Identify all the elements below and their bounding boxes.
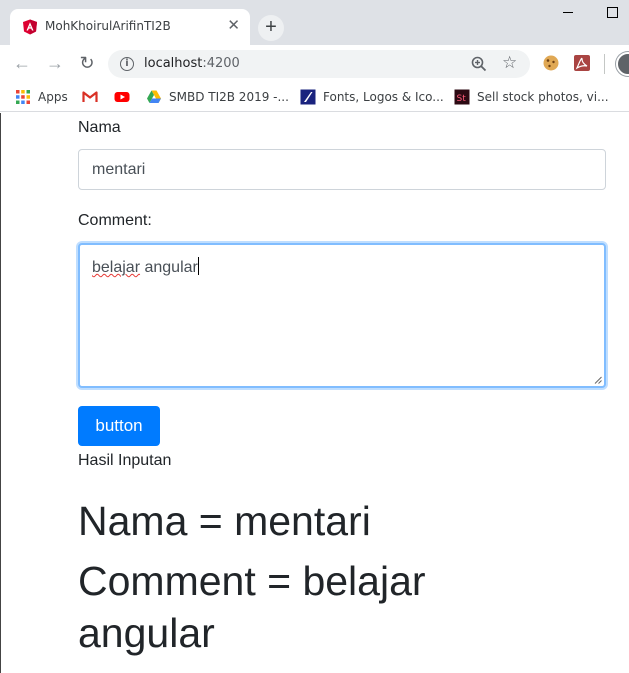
comment-word-rest: angular — [140, 259, 198, 276]
comment-textarea[interactable]: belajar angular — [78, 243, 606, 388]
maximize-window-icon[interactable] — [607, 7, 618, 18]
comment-label: Comment: — [78, 212, 152, 229]
url-text[interactable]: localhost:4200 — [144, 56, 240, 71]
submit-button[interactable]: button — [78, 406, 160, 446]
bookmark-label: SMBD TI2B 2019 -... — [169, 90, 289, 104]
tab-title: MohKhoirulArifinTI2B — [45, 19, 171, 33]
google-drive-icon — [147, 90, 161, 103]
url-host: localhost — [144, 56, 203, 71]
bookmark-label: Sell stock photos, vi... — [477, 90, 609, 104]
cookie-extension-icon[interactable] — [542, 54, 560, 72]
text-caret — [197, 257, 199, 275]
bookmark-label: Apps — [38, 90, 68, 104]
result-nama: Nama = mentari — [78, 498, 371, 544]
page-content: Nama mentari Comment: belajar angular bu… — [0, 113, 629, 673]
bookmark-star-icon[interactable]: ☆ — [502, 53, 517, 73]
pdf-extension-icon[interactable] — [573, 54, 591, 72]
nama-input[interactable]: mentari — [78, 149, 606, 190]
browser-titlebar: MohKhoirulArifinTI2B ✕ + — [0, 0, 629, 45]
browser-tab[interactable]: MohKhoirulArifinTI2B ✕ — [10, 9, 250, 45]
svg-text:St: St — [457, 94, 467, 104]
nama-input-value: mentari — [92, 161, 146, 178]
angular-logo-icon — [23, 19, 37, 35]
bookmark-apps[interactable]: Apps — [15, 88, 68, 106]
url-port: :4200 — [202, 56, 240, 71]
forward-arrow-icon[interactable]: → — [44, 52, 66, 74]
reload-icon[interactable]: ↻ — [76, 52, 98, 74]
result-heading: Hasil Inputan — [78, 452, 172, 469]
youtube-icon — [114, 92, 130, 102]
toolbar-separator — [604, 54, 605, 74]
minimize-window-icon[interactable] — [561, 4, 577, 20]
resize-handle-icon[interactable] — [594, 376, 602, 384]
browser-toolbar: ← → ↻ i localhost:4200 ☆ — [0, 45, 629, 82]
comment-textarea-value: belajar angular — [92, 257, 199, 277]
bookmark-label: Fonts, Logos & Ico... — [323, 90, 444, 104]
new-tab-button[interactable]: + — [258, 15, 284, 41]
bookmark-fonts-logos[interactable]: Fonts, Logos & Ico... — [300, 88, 444, 106]
result-comment-line1: Comment = belajar — [78, 558, 426, 604]
result-comment-line2: angular — [78, 610, 215, 656]
fonts-site-icon — [300, 89, 316, 105]
bookmark-adobe-stock[interactable]: St Sell stock photos, vi... — [454, 88, 609, 106]
zoom-icon[interactable] — [470, 55, 488, 73]
bookmark-smbd[interactable]: SMBD TI2B 2019 -... — [146, 88, 289, 106]
adobe-stock-icon: St — [454, 89, 470, 105]
back-arrow-icon[interactable]: ← — [11, 52, 33, 74]
close-tab-icon[interactable]: ✕ — [227, 18, 240, 33]
nama-label: Nama — [78, 119, 121, 136]
address-bar[interactable]: i localhost:4200 ☆ — [108, 50, 530, 78]
bookmark-gmail[interactable] — [82, 88, 98, 106]
bookmark-youtube[interactable] — [114, 88, 130, 106]
comment-word-misspelled: belajar — [92, 259, 141, 276]
bookmarks-bar: Apps SMBD TI2B 2019 -... Fonts, Logos & … — [0, 82, 629, 112]
apps-grid-icon — [16, 90, 30, 104]
gmail-icon — [82, 91, 98, 102]
site-info-icon[interactable]: i — [120, 57, 134, 71]
